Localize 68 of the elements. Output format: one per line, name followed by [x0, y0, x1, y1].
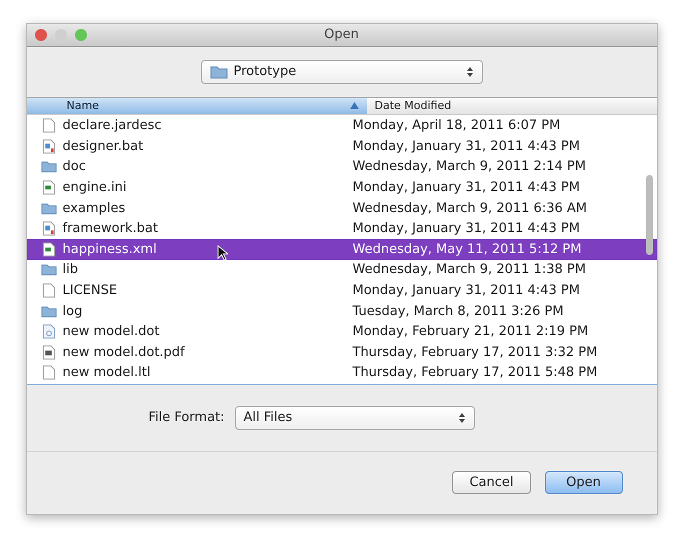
file-name: framework.bat — [62, 221, 158, 236]
close-button[interactable] — [34, 28, 46, 40]
file-name: engine.ini — [62, 180, 126, 196]
zoom-button[interactable] — [74, 28, 86, 40]
folder-icon — [40, 304, 56, 319]
file-row[interactable]: new model.dot Monday, February 21, 2011 2:19 PM — [26, 321, 656, 342]
file-row[interactable]: log Tuesday, March 8, 2011 3:26 PM — [26, 300, 656, 322]
file-format-label: File Format: — [148, 410, 225, 425]
file-name: designer.bat — [62, 138, 144, 154]
date-modified: Monday, February 21, 2011 2:19 PM — [352, 324, 588, 340]
date-modified: Thursday, February 17, 2011 3:32 PM — [352, 344, 598, 360]
column-header[interactable]: Name — [26, 98, 366, 114]
file-row[interactable]: happiness.xml Wednesday, May 11, 2011 5:12 PM — [26, 239, 656, 260]
document-icon — [40, 242, 56, 257]
file-row[interactable]: new model.dot.pdf Thursday, February 17, 2011 3:32 PM — [26, 342, 656, 363]
date-modified: Monday, January 31, 2011 4:43 PM — [352, 221, 580, 236]
script-file-icon — [40, 221, 56, 236]
mouse-cursor-icon — [216, 245, 228, 262]
file-name: examples — [62, 200, 126, 216]
folder-icon — [210, 64, 228, 78]
dialog-button[interactable]: Open — [544, 471, 622, 494]
document-icon — [40, 180, 56, 196]
file-name: log — [62, 304, 82, 319]
file-row[interactable]: LICENSE Monday, January 31, 2011 4:43 PM — [26, 280, 656, 301]
file-row[interactable]: framework.bat Monday, January 31, 2011 4:43 PM — [26, 218, 656, 240]
date-modified: Monday, January 31, 2011 4:43 PM — [352, 283, 580, 298]
pdf-file-icon — [40, 344, 56, 360]
folder-icon — [40, 262, 56, 278]
date-modified: Monday, April 18, 2011 6:07 PM — [352, 118, 560, 134]
sort-arrow-icon — [350, 102, 358, 109]
folder-icon — [40, 200, 56, 216]
blank-file-icon — [40, 365, 56, 380]
file-format-popup[interactable]: All Files — [234, 406, 475, 430]
file-name: new model.dot — [62, 324, 160, 340]
date-modified: Wednesday, March 9, 2011 1:38 PM — [352, 262, 586, 278]
window-title: Open — [323, 27, 360, 42]
date-modified: Tuesday, March 8, 2011 3:26 PM — [352, 304, 564, 319]
file-row[interactable]: lib Wednesday, March 9, 2011 1:38 PM — [26, 260, 656, 280]
script-file-icon — [40, 138, 56, 154]
file-row[interactable]: designer.bat Monday, January 31, 2011 4:43 PM — [26, 136, 656, 157]
stepper-icon — [458, 412, 466, 424]
file-name: happiness.xml — [62, 242, 157, 257]
folder-icon — [40, 159, 56, 174]
text-file-icon — [40, 324, 56, 340]
file-row[interactable]: doc Wednesday, March 9, 2011 2:14 PM — [26, 156, 656, 178]
stepper-icon — [466, 66, 474, 78]
date-modified: Thursday, February 17, 2011 5:48 PM — [352, 365, 598, 380]
date-modified: Wednesday, March 9, 2011 2:14 PM — [352, 159, 586, 174]
file-row[interactable]: new model.ltl Thursday, February 17, 2011 5:48 PM — [26, 362, 656, 384]
date-modified: Monday, January 31, 2011 4:43 PM — [352, 180, 580, 196]
file-row[interactable]: examples Wednesday, March 9, 2011 6:36 AM — [26, 198, 656, 218]
file-name: LICENSE — [62, 283, 118, 298]
scrollbar-thumb[interactable] — [646, 174, 652, 254]
file-name: doc — [62, 159, 86, 174]
location-popup[interactable]: Prototype — [200, 60, 482, 84]
file-row[interactable]: engine.ini Monday, January 31, 2011 4:43 PM — [26, 177, 656, 198]
dialog-button[interactable]: Cancel — [452, 471, 530, 494]
date-modified: Monday, January 31, 2011 4:43 PM — [352, 138, 580, 154]
blank-file-icon — [40, 118, 56, 134]
file-row[interactable]: declare.jardesc Monday, April 18, 2011 6:07 PM — [26, 116, 656, 136]
file-name: new model.ltl — [62, 365, 150, 380]
file-name: declare.jardesc — [62, 118, 162, 134]
file-name: lib — [62, 262, 78, 278]
blank-file-icon — [40, 283, 56, 298]
column-header[interactable]: Date Modified — [366, 98, 656, 114]
file-name: new model.dot.pdf — [62, 344, 185, 360]
date-modified: Wednesday, May 11, 2011 5:12 PM — [352, 242, 582, 257]
date-modified: Wednesday, March 9, 2011 6:36 AM — [352, 200, 587, 216]
